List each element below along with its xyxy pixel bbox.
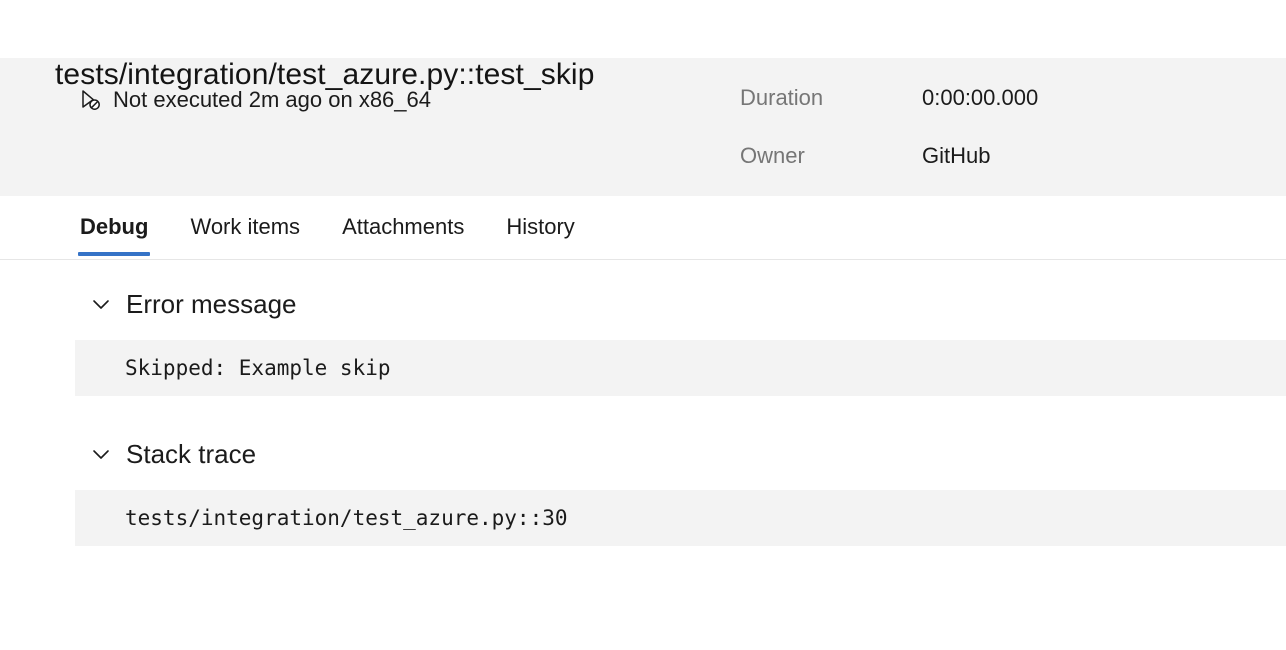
- tab-debug[interactable]: Debug: [78, 196, 151, 256]
- stack-trace-content: tests/integration/test_azure.py::30: [75, 490, 1286, 546]
- error-message-section-header[interactable]: Error message: [0, 284, 1286, 324]
- test-result-detail-page: tests/integration/test_azure.py::test_sk…: [0, 0, 1286, 650]
- error-message-content: Skipped: Example skip: [75, 340, 1286, 396]
- tab-bar: Debug Work items Attachments History: [0, 196, 1286, 260]
- duration-value: 0:00:00.000: [922, 85, 1039, 110]
- skipped-run-icon: [78, 88, 102, 112]
- chevron-down-icon[interactable]: [90, 443, 112, 465]
- tab-work-items[interactable]: Work items: [188, 196, 302, 256]
- chevron-down-icon[interactable]: [90, 293, 112, 315]
- stack-trace-section-header[interactable]: Stack trace: [0, 434, 1286, 474]
- error-message-title: Error message: [126, 289, 297, 319]
- title-row: tests/integration/test_azure.py::test_sk…: [0, 0, 1286, 91]
- debug-panel: Error message Skipped: Example skip Stac…: [0, 260, 1286, 546]
- summary-meta: Duration 0:00:00.000 Owner GitHub: [740, 80, 1286, 169]
- status-group: Not executed 2m ago on x86_64: [0, 80, 740, 120]
- owner-value: GitHub: [922, 143, 991, 168]
- stack-trace-title: Stack trace: [126, 439, 257, 469]
- owner-label: Owner: [740, 143, 805, 168]
- tab-attachments[interactable]: Attachments: [340, 196, 466, 256]
- tab-history[interactable]: History: [504, 196, 576, 256]
- status-text: Not executed 2m ago on x86_64: [113, 87, 432, 112]
- duration-label: Duration: [740, 85, 824, 110]
